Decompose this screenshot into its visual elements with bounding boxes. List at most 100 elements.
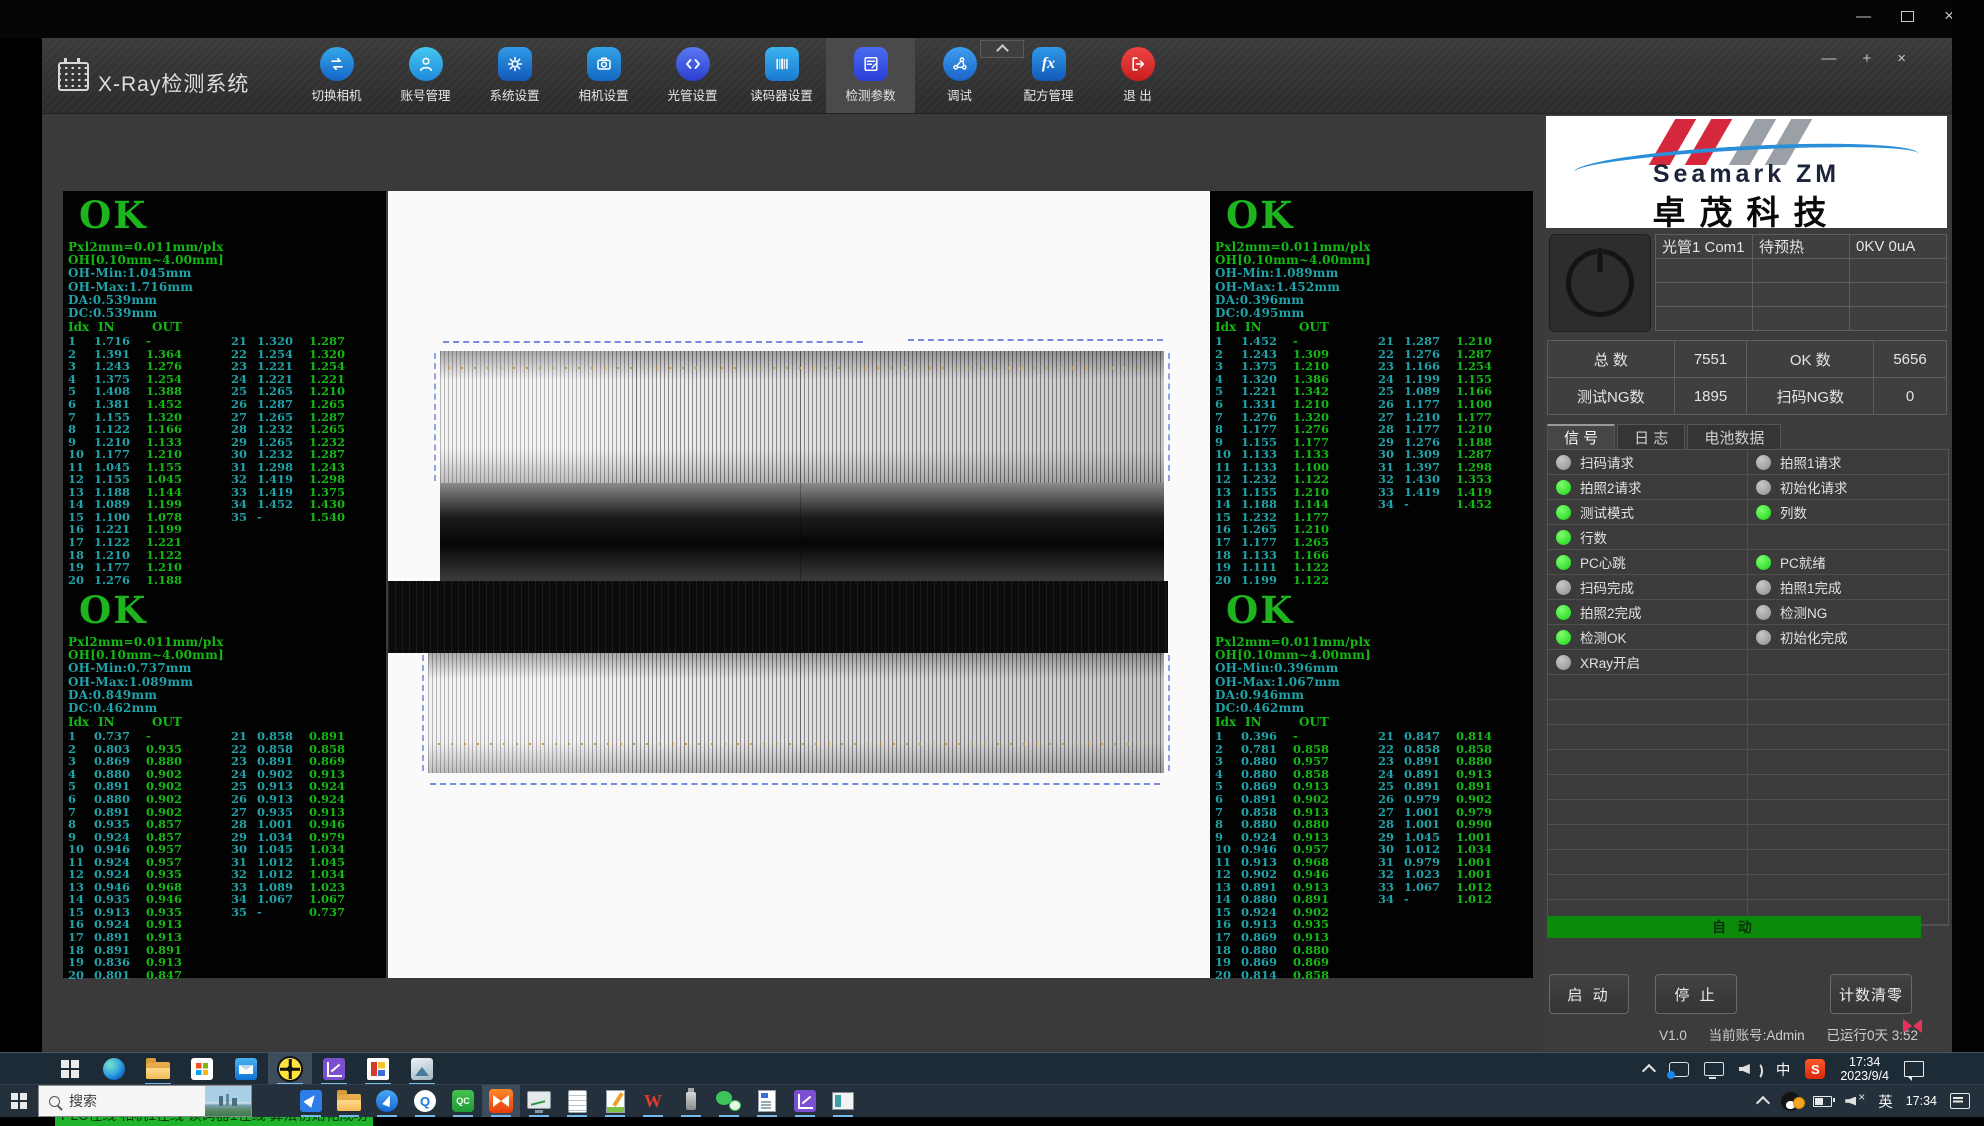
measurement-row: 261.1771.100 [1378,398,1508,411]
taskbar-pencil-pad[interactable] [596,1085,634,1117]
toolbar-item-camera-settings[interactable]: 相机设置 [559,38,648,113]
taskbar-monitor-chart-app[interactable] [520,1085,558,1117]
monitor-chart-icon [527,1091,551,1109]
display-icon[interactable] [1704,1062,1724,1076]
restore-icon[interactable] [1901,11,1914,22]
tab-log[interactable]: 日 志 [1617,424,1685,449]
result-badge: OK [79,588,386,632]
taskbar-search-box[interactable]: 搜索 [38,1085,252,1117]
signal-grid: 扫码请求拍照1请求拍照2请求初始化请求测试模式列数行数PC心跳PC就绪扫码完成拍… [1547,449,1949,926]
xray-power-button[interactable] [1549,234,1651,332]
toolbar-label: 切换相机 [311,85,361,104]
total-label: 总 数 [1548,341,1675,378]
muted-speaker-icon[interactable] [1845,1095,1865,1108]
notification-icon[interactable] [1904,1061,1924,1077]
start-button-taskbar1[interactable] [48,1053,92,1085]
taskbar-time[interactable]: 17:34 [1906,1094,1937,1108]
tab-battery-data[interactable]: 电池数据 [1687,424,1781,449]
app-close-button[interactable]: × [1897,50,1906,67]
counter-reset-button[interactable]: 计数清零 [1830,974,1912,1014]
taskbar-window-app[interactable] [824,1085,862,1117]
speaker-icon[interactable] [1739,1062,1761,1076]
taskbar-wechat[interactable] [710,1085,748,1117]
signal-row: 检测OK初始化完成 [1548,625,1948,650]
toolbar-label: 退 出 [1123,85,1151,104]
taskbar-tiles-app[interactable] [356,1053,400,1085]
taskbar-q-app[interactable]: Q [406,1085,444,1117]
toolbar-item-tube-settings[interactable]: 光管设置 [648,38,737,113]
minimize-icon[interactable]: — [1856,8,1871,25]
taskbar-edge[interactable] [92,1053,136,1085]
taskbar-notepad[interactable] [558,1085,596,1117]
taskbar-qc-app[interactable]: QC [444,1085,482,1117]
purple-chart-icon [794,1090,816,1112]
taskbar-explorer-2[interactable] [330,1085,368,1117]
search-highlight-image[interactable] [205,1086,251,1116]
start-button-taskbar2[interactable] [2,1085,36,1117]
main-content: OK Pxl2mm=0.011mm/plxOH[0.10mm~4.00mm]OH… [42,114,1952,1052]
start-button[interactable]: 启 动 [1549,974,1629,1014]
signal-led [1556,605,1571,620]
signal-led [1756,580,1771,595]
main-toolbar: 切换相机 账号管理 系统设置 相机设置 [292,38,1182,113]
tray-chevron-up-icon[interactable] [1642,1064,1656,1078]
taskbar-clock[interactable]: 17:34 2023/9/4 [1840,1055,1889,1083]
toolbar-item-switch-camera[interactable]: 切换相机 [292,38,381,113]
signal-label: 拍照2请求 [1580,477,1642,497]
notepad-icon [568,1090,587,1113]
measurement-header-line: DC:0.495mm [1215,307,1533,320]
measurement-row: 60.8800.902 [68,793,198,806]
taskbar-photos[interactable] [400,1053,444,1085]
account-label: 当前账号:Admin [1709,1028,1805,1043]
signal-row [1548,725,1948,750]
taskbar-purple-chart-app[interactable] [786,1085,824,1117]
app-maximize-button[interactable]: + [1862,50,1871,67]
sidebar-footer: V1.0 当前账号:Admin 已运行0天 3:52 [1543,1024,1918,1044]
toolbar-item-exit[interactable]: 退 出 [1093,38,1182,113]
toolbar-item-inspect-params[interactable]: 检测参数 [826,38,915,113]
toolbar-item-system-settings[interactable]: 系统设置 [470,38,559,113]
input-language-indicator[interactable]: 中 [1776,1059,1791,1080]
tab-signal[interactable]: 信 号 [1547,424,1615,449]
taskbar-store[interactable] [180,1053,224,1085]
remote-desktop-icon[interactable] [1669,1062,1689,1077]
taskbar-explorer[interactable] [136,1053,180,1085]
taskbar-doc-app[interactable] [748,1085,786,1117]
message-icon[interactable] [1950,1093,1970,1109]
taskbar-pointer-app[interactable] [368,1085,406,1117]
stop-button[interactable]: 停 止 [1655,974,1737,1014]
taskbar-xray-app[interactable] [268,1053,312,1085]
toolbar-item-scanner-settings[interactable]: 读码器设置 [737,38,826,113]
taskbar-mail[interactable] [224,1053,268,1085]
taskbar-xray-orange-app[interactable] [482,1085,520,1117]
toolbar-label: 光管设置 [667,85,717,104]
measurement-row: 260.9130.924 [231,793,361,806]
measurement-section-top-left: OK Pxl2mm=0.011mm/plxOH[0.10mm~4.00mm]OH… [63,193,386,586]
taskbar-wps[interactable]: W [634,1085,672,1117]
version-label: V1.0 [1659,1028,1687,1043]
s-app-icon[interactable]: S [1805,1059,1825,1079]
app-minimize-button[interactable]: — [1821,50,1836,67]
toolbar-item-account[interactable]: 账号管理 [381,38,470,113]
taskbar-kite-app[interactable] [292,1085,330,1117]
signal-row [1548,775,1948,800]
signal-led [1556,655,1571,670]
tray-chevron-up-icon[interactable] [1756,1096,1770,1110]
scan-ng-value: 0 [1874,378,1947,415]
qq-icon[interactable] [1781,1092,1800,1111]
brand-name: Seamark ZM [1546,160,1947,189]
window-icon [832,1092,854,1110]
auto-mode-bar[interactable]: 自 动 [1547,916,1921,938]
toolbar-expander-button[interactable] [980,40,1024,58]
xray-winding-band-lower [428,653,1164,773]
signal-row: 行数 [1548,525,1948,550]
toolbar-label: 相机设置 [578,85,628,104]
measurement-row: 281.1771.210 [1378,423,1508,436]
taskbar-spray-app[interactable] [672,1085,710,1117]
input-language-indicator[interactable]: 英 [1878,1091,1893,1112]
signal-label: 检测OK [1580,627,1627,647]
taskbar-chart-app[interactable] [312,1053,356,1085]
toolbar-label: 检测参数 [845,85,895,104]
battery-icon[interactable] [1813,1096,1832,1107]
measurement-row: 31.2431.276 [68,360,198,373]
